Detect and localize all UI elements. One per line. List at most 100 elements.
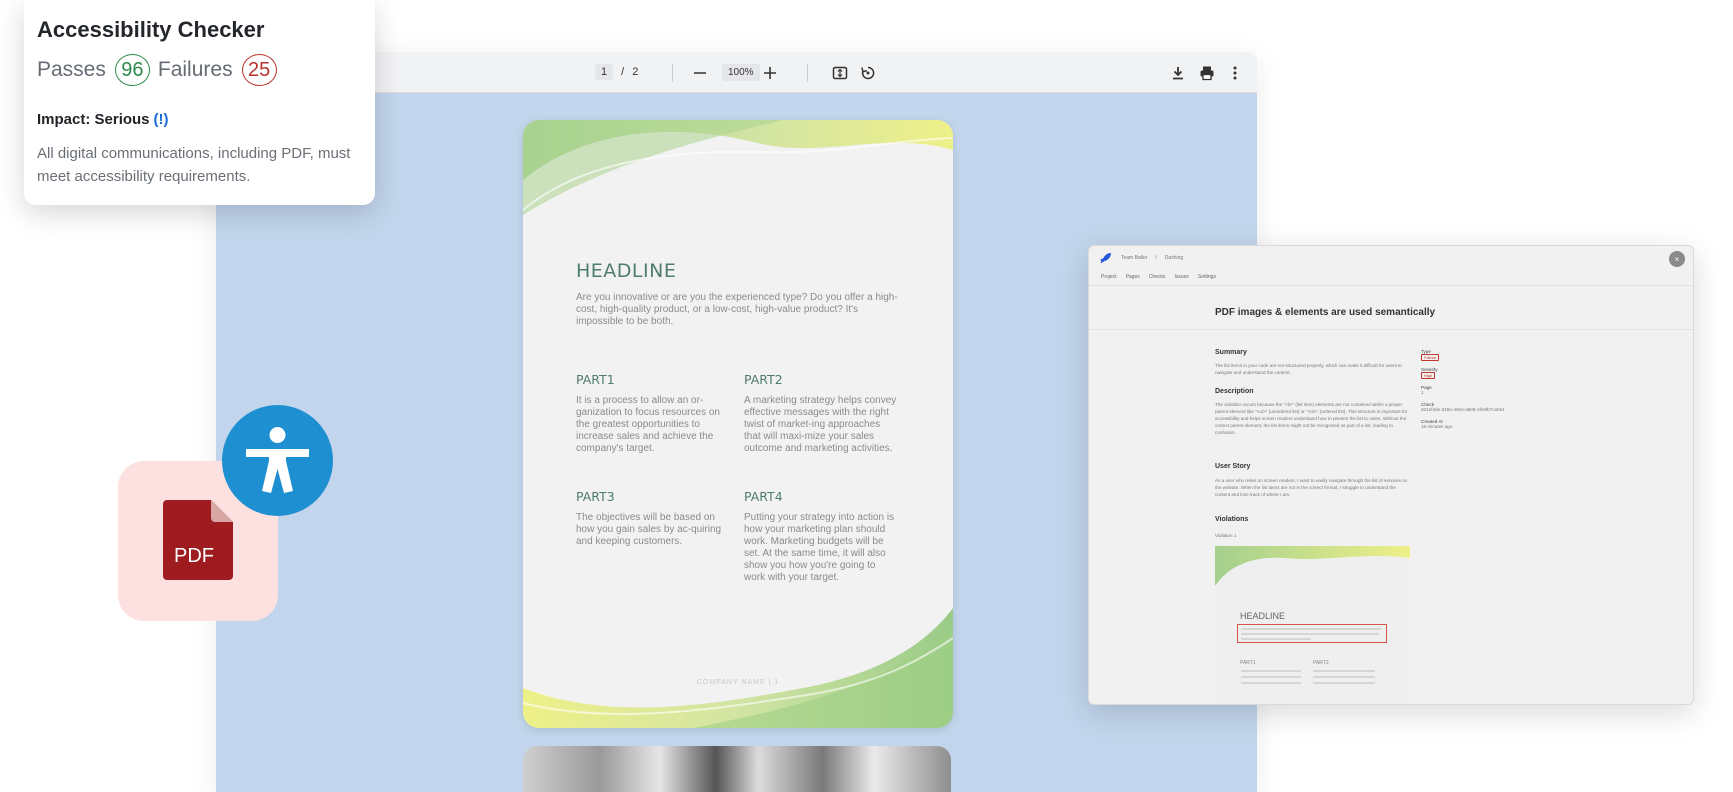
user-story-heading: User Story bbox=[1215, 463, 1251, 470]
top-wave-decoration bbox=[523, 120, 953, 215]
zoom-out-button[interactable] bbox=[689, 62, 711, 84]
meta-check-value[interactable]: 321ef4de-d15e-40ee-a508-1fe0fb7ca0e1 bbox=[1421, 407, 1505, 412]
download-button[interactable] bbox=[1167, 62, 1189, 84]
hero-stage: 1 / 2 100% HEADLINE Are you innovative o… bbox=[0, 0, 1733, 792]
issue-detail-panel: Team Baller / Dashing Project Pages Chec… bbox=[1088, 245, 1694, 705]
part-body: A marketing strategy helps convey effect… bbox=[744, 395, 897, 454]
preview-text-line bbox=[1241, 638, 1311, 640]
summary-heading: Summary bbox=[1215, 349, 1247, 356]
user-story-text: As a user who relies on screen readers, … bbox=[1215, 478, 1408, 497]
meta-type: Type Failure bbox=[1421, 349, 1440, 361]
nav-issues[interactable]: Issues bbox=[1174, 274, 1188, 280]
fit-page-icon bbox=[832, 66, 848, 80]
breadcrumb-team[interactable]: Team Baller bbox=[1121, 255, 1147, 261]
preview-text-line bbox=[1241, 633, 1379, 635]
breadcrumb-separator: / bbox=[1155, 255, 1157, 261]
severity-badge: High bbox=[1421, 372, 1436, 379]
plus-icon bbox=[764, 67, 776, 79]
part-block: PART2 A marketing strategy helps convey … bbox=[744, 372, 899, 455]
page-headline: HEADLINE bbox=[576, 260, 677, 282]
impact-warning-marker[interactable]: (!) bbox=[154, 111, 169, 128]
meta-created: Created At 15 minutes ago bbox=[1421, 419, 1452, 429]
nav-pages[interactable]: Pages bbox=[1126, 274, 1140, 280]
description-heading: Description bbox=[1215, 388, 1254, 395]
meta-check: Check 321ef4de-d15e-40ee-a508-1fe0fb7ca0… bbox=[1421, 402, 1505, 412]
failures-count-badge: 25 bbox=[241, 54, 277, 86]
minus-icon bbox=[694, 72, 706, 74]
pdf-page-1: HEADLINE Are you innovative or are you t… bbox=[523, 120, 953, 728]
checker-title: Accessibility Checker bbox=[37, 17, 265, 42]
rocket-logo-icon bbox=[1100, 253, 1111, 264]
toolbar-divider bbox=[807, 64, 808, 82]
preview-text-line bbox=[1241, 628, 1381, 630]
passes-count-badge: 96 bbox=[114, 54, 150, 86]
nav-project[interactable]: Project bbox=[1101, 274, 1117, 280]
print-icon bbox=[1200, 66, 1214, 81]
preview-part1: PART1 bbox=[1240, 660, 1256, 666]
part-title: PART3 bbox=[576, 489, 615, 504]
part-body: It is a process to allow an or-ganizatio… bbox=[576, 395, 720, 454]
part-body: Putting your strategy into action is how… bbox=[744, 512, 895, 583]
detail-nav: Project Pages Checks Issues Settings bbox=[1101, 274, 1216, 280]
zoom-level[interactable]: 100% bbox=[722, 64, 760, 81]
meta-severity: Severity High bbox=[1421, 367, 1438, 379]
more-options-button[interactable] bbox=[1224, 62, 1246, 84]
part-title: PART2 bbox=[744, 372, 783, 387]
meta-page-value: 1 bbox=[1421, 390, 1424, 395]
part-block: PART4 Putting your strategy into action … bbox=[744, 489, 899, 584]
preview-text-line bbox=[1313, 682, 1375, 684]
download-icon bbox=[1173, 67, 1183, 80]
violation-item[interactable]: Violation 1 bbox=[1215, 532, 1410, 539]
impact-label: Impact: Serious bbox=[37, 111, 150, 128]
nav-settings[interactable]: Settings bbox=[1198, 274, 1216, 280]
score-row: Passes 96 Failures 25 bbox=[37, 54, 285, 86]
issue-title: PDF images & elements are used semantica… bbox=[1215, 307, 1436, 318]
bottom-wave-decoration bbox=[523, 608, 953, 728]
preview-part2: PART2 bbox=[1313, 660, 1329, 666]
rotate-icon bbox=[861, 66, 875, 80]
close-button[interactable]: × bbox=[1669, 251, 1685, 267]
detail-header: Team Baller / Dashing Project Pages Chec… bbox=[1089, 246, 1693, 286]
violations-heading: Violations bbox=[1215, 516, 1249, 523]
preview-text-line bbox=[1313, 676, 1375, 678]
meta-page: Page 1 bbox=[1421, 385, 1432, 395]
description-text: The violation occurs because the "<li>" … bbox=[1215, 402, 1408, 435]
preview-headline: HEADLINE bbox=[1240, 611, 1286, 621]
violation-preview: HEADLINE PART1 PART2 bbox=[1215, 546, 1410, 704]
divider bbox=[1089, 329, 1693, 330]
toolbar-divider bbox=[672, 64, 673, 82]
print-button[interactable] bbox=[1196, 62, 1218, 84]
part-body: The objectives will be based on how you … bbox=[576, 512, 722, 547]
preview-text-line bbox=[1241, 676, 1301, 678]
part-title: PART4 bbox=[744, 489, 783, 504]
kebab-menu-icon bbox=[1233, 66, 1237, 80]
accessibility-person-icon bbox=[246, 427, 309, 493]
rotate-button[interactable] bbox=[857, 62, 879, 84]
meta-created-value: 15 minutes ago bbox=[1421, 424, 1453, 429]
detail-breadcrumb: Team Baller / Dashing bbox=[1121, 255, 1183, 261]
accessibility-checker-card: Accessibility Checker Passes 96 Failures… bbox=[24, 0, 375, 205]
preview-text-line bbox=[1241, 670, 1301, 672]
part-title: PART1 bbox=[576, 372, 615, 387]
preview-text-line bbox=[1313, 670, 1375, 672]
nav-checks[interactable]: Checks bbox=[1149, 274, 1166, 280]
page-separator: / bbox=[621, 66, 625, 78]
accessibility-badge bbox=[222, 405, 333, 516]
page-indicator: 1 / 2 bbox=[595, 64, 638, 80]
passes-label: Passes bbox=[37, 58, 106, 81]
failures-label: Failures bbox=[157, 58, 233, 81]
total-pages: 2 bbox=[632, 66, 639, 78]
current-page-input[interactable]: 1 bbox=[595, 64, 614, 80]
zoom-in-button[interactable] bbox=[759, 62, 781, 84]
part-block: PART3 The objectives will be based on ho… bbox=[576, 489, 731, 548]
impact-line: Impact: Serious (!) bbox=[37, 111, 169, 128]
page-intro: Are you innovative or are you the experi… bbox=[576, 292, 898, 327]
preview-wave-decoration bbox=[1215, 546, 1410, 586]
checker-description: All digital communications, including PD… bbox=[37, 145, 351, 185]
summary-text: The list items in your code are not stru… bbox=[1215, 363, 1402, 375]
pdf-label: PDF bbox=[174, 545, 214, 567]
pdf-page-2-photo bbox=[523, 746, 951, 792]
breadcrumb-project[interactable]: Dashing bbox=[1165, 255, 1183, 261]
fit-page-button[interactable] bbox=[829, 62, 851, 84]
preview-text-line bbox=[1241, 682, 1301, 684]
